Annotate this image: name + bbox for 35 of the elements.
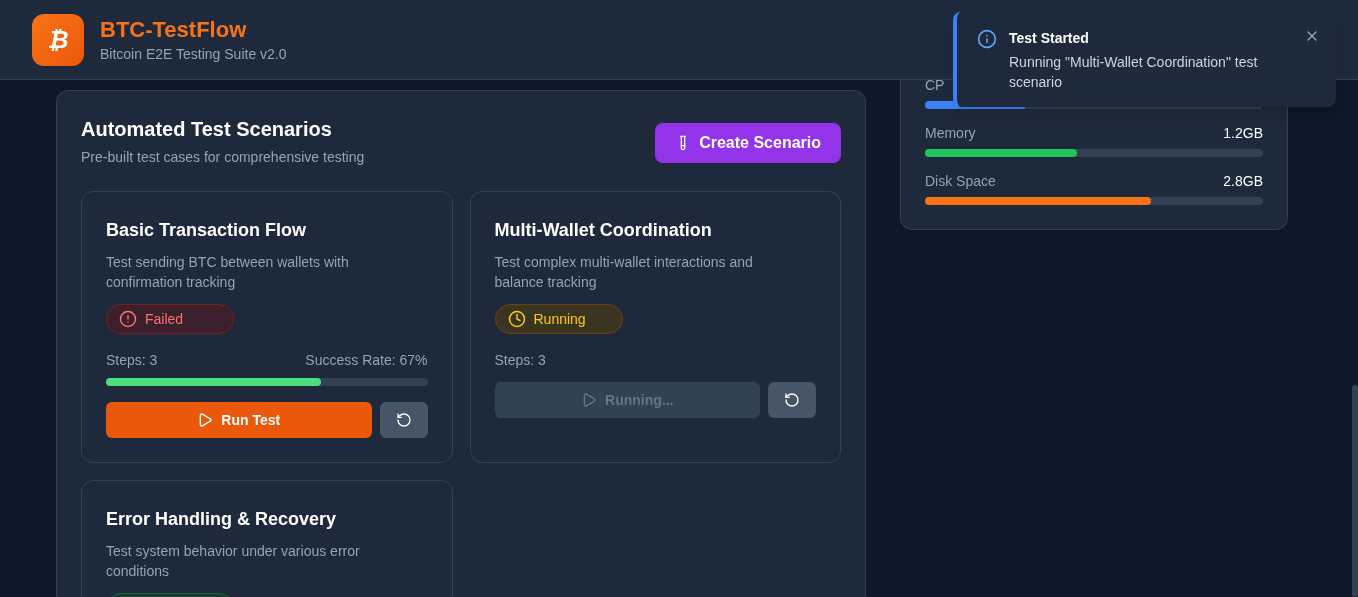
clock-icon [507, 310, 526, 328]
section-title: Automated Test Scenarios [81, 117, 333, 142]
status-badge: Failed [106, 304, 234, 334]
steps-count: Steps: 3 [494, 351, 546, 370]
card-title: Basic Transaction Flow [106, 219, 308, 242]
reset-icon [395, 412, 412, 428]
run-test-button[interactable]: Run Test [106, 402, 372, 438]
section-subtitle: Pre-built test cases for comprehensive testing [81, 148, 365, 167]
card-description: Test system behavior under various error conditions [106, 542, 361, 581]
app-subtitle: Bitcoin E2E Testing Suite v2.0 [100, 44, 287, 64]
create-scenario-button[interactable]: Create Scenario [655, 123, 841, 163]
play-icon [197, 412, 214, 428]
reset-button[interactable] [379, 402, 428, 438]
card-title: Multi-Wallet Coordination [494, 219, 713, 242]
toast-message: Running "Multi-Wallet Coordination" test scenario [1009, 53, 1259, 92]
card-description: Test complex multi-wallet interactions and balance tracking [494, 253, 754, 292]
resource-label: Memory [925, 124, 976, 143]
success-rate: Success Rate: 67% [305, 351, 428, 370]
reset-icon [784, 392, 800, 408]
card-title: Error Handling & Recovery [106, 508, 338, 531]
steps-count: Steps: 3 [106, 351, 158, 370]
status-badge: Running [494, 304, 623, 334]
resource-label: CP [925, 76, 945, 95]
play-icon [581, 392, 598, 408]
toast-title: Test Started [1009, 29, 1090, 48]
scrollbar-thumb[interactable] [1352, 385, 1358, 597]
resource-label: Disk Space [925, 172, 996, 191]
app-title: BTC-TestFlow [100, 15, 248, 44]
bitcoin-logo: ₿ [32, 13, 84, 66]
info-icon [977, 29, 997, 49]
alert-icon [119, 310, 137, 328]
resource-value: 1.2GB [1223, 124, 1263, 143]
resource-value: 2.8GB [1223, 172, 1263, 191]
reset-button[interactable] [768, 382, 816, 418]
card-description: Test sending BTC between wallets with confirmation tracking [106, 253, 350, 292]
